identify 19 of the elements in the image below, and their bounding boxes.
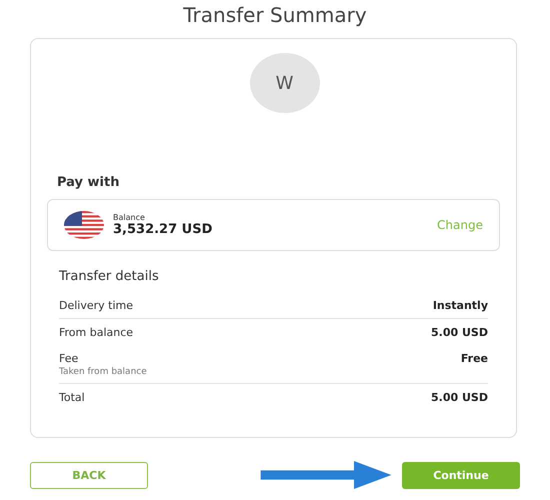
- back-button[interactable]: BACK: [30, 462, 148, 488]
- detail-label: Fee: [59, 352, 80, 365]
- section-heading: Transfer details: [58, 268, 160, 286]
- detail-value: Free: [460, 352, 488, 365]
- detail-label: Total: [59, 391, 85, 404]
- page-title: Transfer Summary: [182, 2, 368, 29]
- change-link[interactable]: Change: [437, 218, 483, 232]
- detail-label: Delivery time: [59, 299, 134, 312]
- detail-label: From balance: [59, 326, 134, 339]
- continue-button[interactable]: Continue: [402, 462, 520, 488]
- detail-value: 5.00 USD: [431, 326, 488, 339]
- pay-with-label: Pay with: [56, 175, 120, 192]
- flag-icon: [64, 211, 104, 239]
- detail-note: Taken from balance: [59, 367, 147, 377]
- detail-value: 5.00 USD: [431, 391, 488, 404]
- balance-amount: 3,532.27 USD: [113, 222, 214, 237]
- balance-label: Balance: [113, 213, 146, 222]
- detail-value: Instantly: [432, 299, 488, 312]
- avatar: W: [250, 53, 320, 113]
